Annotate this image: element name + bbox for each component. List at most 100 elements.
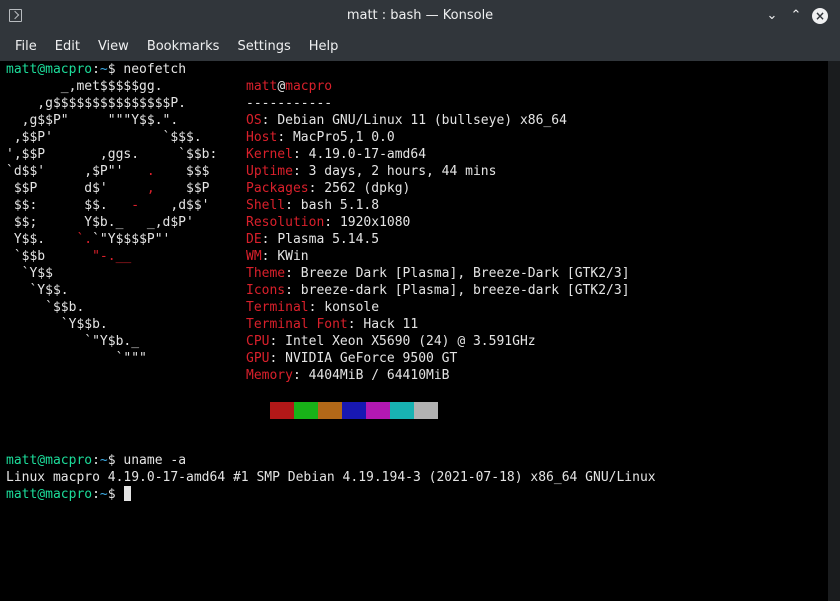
menu-settings[interactable]: Settings: [228, 32, 299, 61]
info-colon: :: [347, 317, 364, 332]
info-value: Breeze Dark [Plasma], Breeze-Dark [GTK2/…: [300, 266, 630, 281]
prompt-user-host: matt@macpro: [6, 62, 93, 77]
info-value: MacPro5,1 0.0: [292, 130, 395, 145]
palette-swatch: [342, 402, 366, 419]
menu-edit[interactable]: Edit: [46, 32, 89, 61]
palette-swatch: [294, 402, 318, 419]
logo-line: `"Y$b._: [6, 334, 140, 349]
info-key: OS: [246, 113, 262, 128]
info-row: Packages: 2562 (dpkg): [246, 180, 410, 197]
palette-swatch: [270, 402, 294, 419]
info-colon: :: [261, 249, 278, 264]
info-value: Intel Xeon X5690 (24) @ 3.591GHz: [285, 334, 536, 349]
info-host: macpro: [285, 79, 333, 94]
command-text: uname -a: [123, 453, 187, 468]
konsole-window: matt : bash — Konsole ⌄ ⌃ × File Edit Vi…: [0, 0, 840, 601]
info-colon: :: [261, 232, 278, 247]
info-key: Kernel: [246, 147, 293, 162]
info-key: Terminal: [246, 300, 309, 315]
logo-line: `Y$$b.: [6, 317, 108, 332]
info-colon: :: [308, 300, 325, 315]
logo-line: `Y$$.: [6, 283, 69, 298]
info-row: Icons: breeze-dark [Plasma], breeze-dark…: [246, 282, 630, 299]
info-row: Uptime: 3 days, 2 hours, 44 mins: [246, 163, 496, 180]
prompt-line: matt@macpro:~$: [6, 486, 132, 503]
logo-line: $$: $$. - ,d$$': [6, 198, 210, 213]
info-user: matt: [246, 79, 278, 94]
info-value: 3 days, 2 hours, 44 mins: [308, 164, 497, 179]
info-value: breeze-dark [Plasma], breeze-dark [GTK2/…: [300, 283, 630, 298]
info-value: 4404MiB / 64410MiB: [308, 368, 450, 383]
info-value: bash 5.1.8: [300, 198, 380, 213]
logo-line: `""": [6, 351, 147, 366]
info-colon: :: [269, 334, 286, 349]
logo-line: Y$$. `.`"Y$$$$P"': [6, 232, 171, 247]
logo-line: $$; Y$b._ _,d$P': [6, 215, 194, 230]
info-colon: :: [292, 164, 309, 179]
info-row: Terminal: konsole: [246, 299, 379, 316]
info-value: 4.19.0-17-amd64: [308, 147, 427, 162]
prompt-path: ~: [99, 62, 108, 77]
window-title: matt : bash — Konsole: [346, 8, 494, 23]
info-key: Uptime: [246, 164, 293, 179]
info-colon: :: [308, 181, 325, 196]
close-icon[interactable]: ×: [812, 8, 828, 24]
logo-line: ,g$$$$$$$$$$$$$$$P.: [6, 96, 187, 111]
prompt-suffix: $: [107, 453, 124, 468]
minimize-icon[interactable]: ⌄: [764, 8, 780, 24]
info-row: Kernel: 4.19.0-17-amd64: [246, 146, 426, 163]
info-row: CPU: Intel Xeon X5690 (24) @ 3.591GHz: [246, 333, 536, 350]
terminal-area[interactable]: matt@macpro:~$ neofetch _,met$$$$$gg. ,g…: [0, 61, 828, 601]
info-key: Resolution: [246, 215, 325, 230]
prompt-user-host: matt@macpro: [6, 487, 93, 502]
info-header: matt@macpro: [246, 78, 332, 95]
prompt-suffix: $: [107, 62, 124, 77]
prompt-sep: :: [92, 453, 100, 468]
info-value: Debian GNU/Linux 11 (bullseye) x86_64: [277, 113, 567, 128]
info-row: GPU: NVIDIA GeForce 9500 GT: [246, 350, 457, 367]
info-colon: :: [261, 113, 278, 128]
menu-view[interactable]: View: [89, 32, 138, 61]
info-colon: :: [285, 198, 301, 213]
maximize-icon[interactable]: ⌃: [788, 8, 804, 24]
text-cursor: [124, 486, 132, 501]
title-bar[interactable]: matt : bash — Konsole ⌄ ⌃ ×: [0, 0, 840, 32]
info-value: Hack 11: [363, 317, 419, 332]
info-value: konsole: [324, 300, 380, 315]
info-row: Theme: Breeze Dark [Plasma], Breeze-Dark…: [246, 265, 630, 282]
logo-line: ',$$P ,ggs. `$$b:: [6, 147, 218, 162]
logo-line: `$$b.: [6, 300, 85, 315]
prompt-user-host: matt@macpro: [6, 453, 93, 468]
info-key: CPU: [246, 334, 270, 349]
info-value: 2562 (dpkg): [324, 181, 411, 196]
info-key: WM: [246, 249, 262, 264]
palette-swatch: [366, 402, 390, 419]
palette-swatch: [390, 402, 414, 419]
info-row: Memory: 4404MiB / 64410MiB: [246, 367, 450, 384]
logo-line: _,met$$$$$gg.: [6, 79, 163, 94]
info-key: Terminal Font: [246, 317, 348, 332]
info-row: Host: MacPro5,1 0.0: [246, 129, 395, 146]
info-colon: :: [292, 147, 309, 162]
logo-line: `Y$$: [6, 266, 53, 281]
menu-file[interactable]: File: [6, 32, 46, 61]
scrollbar[interactable]: [828, 61, 840, 601]
prompt-suffix: $: [107, 487, 124, 502]
info-key: GPU: [246, 351, 270, 366]
info-key: Theme: [246, 266, 286, 281]
command-text: neofetch: [123, 62, 187, 77]
color-palette: [270, 402, 438, 419]
info-row: OS: Debian GNU/Linux 11 (bullseye) x86_6…: [246, 112, 567, 129]
prompt-sep: :: [92, 487, 100, 502]
info-underline: -----------: [246, 96, 333, 111]
info-row: Terminal Font: Hack 11: [246, 316, 418, 333]
palette-swatch: [318, 402, 342, 419]
info-colon: :: [292, 368, 309, 383]
info-colon: :: [269, 351, 286, 366]
menu-help[interactable]: Help: [300, 32, 348, 61]
menu-bookmarks[interactable]: Bookmarks: [138, 32, 229, 61]
info-value: Plasma 5.14.5: [277, 232, 380, 247]
info-key: Shell: [246, 198, 286, 213]
prompt-sep: :: [92, 62, 100, 77]
info-key: Host: [246, 130, 278, 145]
